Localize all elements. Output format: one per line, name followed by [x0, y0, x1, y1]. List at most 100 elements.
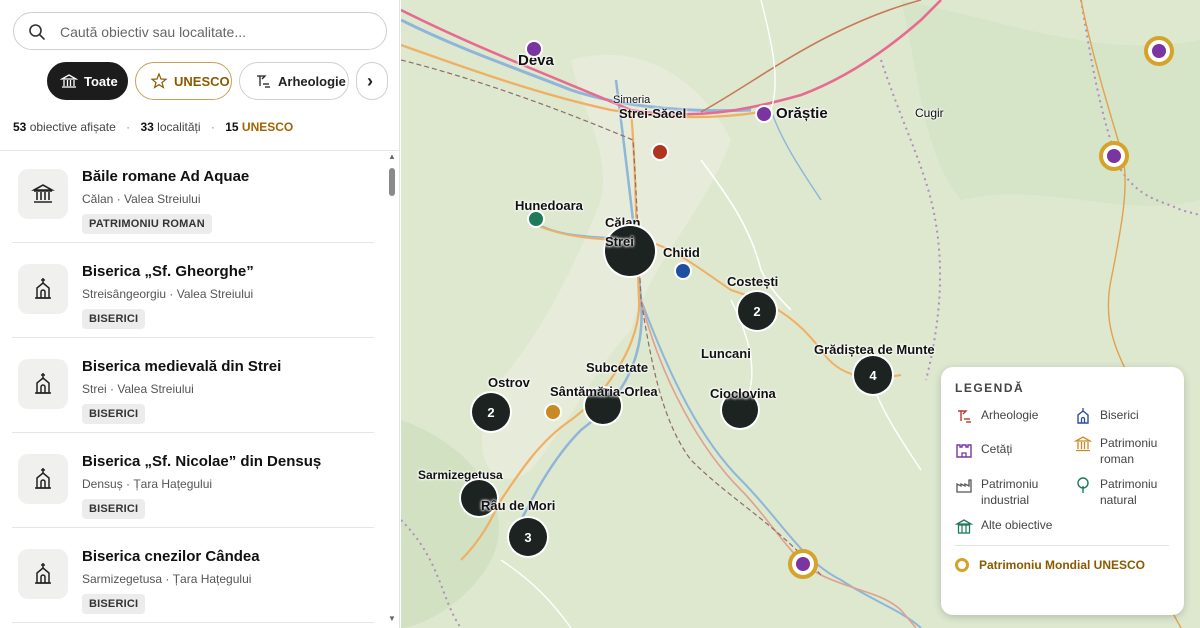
- legend-label: Arheologie: [981, 408, 1039, 422]
- filter-archaeology-button[interactable]: Arheologie: [239, 62, 349, 100]
- list-item[interactable]: Biserica „Sf. Nicolae” din Densuș Densuș…: [12, 436, 374, 528]
- unesco-ring-icon: [955, 558, 969, 572]
- list-item[interactable]: Băile romane Ad Aquae Călan · Valea Stre…: [12, 151, 374, 243]
- item-title: Biserica „Sf. Gheorghe”: [82, 263, 254, 280]
- church-icon: [35, 373, 51, 394]
- place-label-ostrov: Ostrov: [488, 375, 530, 390]
- star-icon: [150, 72, 168, 89]
- filter-all-label: Toate: [84, 73, 118, 89]
- map-marker-deva-fortress[interactable]: [527, 42, 541, 56]
- scroll-down-icon[interactable]: ▼: [388, 614, 396, 623]
- legend-label: Cetăți: [981, 442, 1013, 456]
- legend-item-roman-heritage: Patrimoniu roman: [1074, 435, 1174, 467]
- item-title: Biserica „Sf. Nicolae” din Densuș: [82, 453, 322, 470]
- item-category-tag: BISERICI: [82, 309, 146, 329]
- church-icon: [35, 278, 51, 299]
- legend-divider: [955, 545, 1169, 546]
- map-marker-unesco-3[interactable]: [788, 549, 818, 579]
- legend-label: Patrimoniu industrial: [981, 477, 1039, 507]
- search-input[interactable]: [60, 22, 370, 42]
- tree-icon: [1077, 477, 1089, 493]
- fortress-icon: [956, 444, 972, 458]
- localities-count: 33: [140, 120, 154, 134]
- filter-all-button[interactable]: Toate: [47, 62, 128, 100]
- church-icon: [35, 468, 51, 489]
- map-marker-hunedoara[interactable]: [529, 212, 543, 226]
- item-subtitle: Călan · Valea Streiului: [82, 192, 201, 206]
- list-item[interactable]: Biserica medievală din Strei Strei · Val…: [12, 341, 374, 433]
- item-icon-box: [18, 549, 68, 599]
- objectives-label: obiective afișate: [29, 120, 116, 134]
- place-label-cugir: Cugir: [915, 106, 944, 120]
- legend-label: Biserici: [1100, 408, 1139, 422]
- objectives-list: Băile romane Ad Aquae Călan · Valea Stre…: [0, 150, 400, 628]
- place-label-rau-de-mori: Râu de Mori: [481, 498, 556, 513]
- map-marker-archaeology[interactable]: [653, 145, 667, 159]
- scroll-up-icon[interactable]: ▲: [388, 152, 396, 161]
- item-subtitle: Densuș · Țara Hațegului: [82, 477, 213, 491]
- map-marker-roman-site[interactable]: [546, 405, 560, 419]
- unesco-label: UNESCO: [241, 120, 294, 134]
- legend-label: Patrimoniu natural: [1100, 477, 1158, 507]
- app: Toate UNESCO Arheologie › 53 obiective a…: [0, 0, 1200, 628]
- place-label-luncani: Luncani: [701, 346, 751, 361]
- filter-scroll-right-button[interactable]: ›: [356, 62, 388, 100]
- place-label-cioclovina: Cioclovina: [710, 386, 776, 401]
- item-icon-box: [18, 169, 68, 219]
- map-legend: LEGENDĂ Arheologie Biserici Cetăți Patri…: [941, 367, 1184, 615]
- localities-label: localități: [157, 120, 201, 134]
- legend-label: Alte obiective: [981, 518, 1053, 532]
- place-label-sarmizegetusa: Sarmizegetusa: [418, 468, 503, 482]
- item-category-tag: BISERICI: [82, 404, 146, 424]
- list-item[interactable]: Biserica cnezilor Cândea Sarmizegetusa ·…: [12, 531, 374, 623]
- list-scrollbar-thumb[interactable]: [389, 168, 395, 196]
- filter-unesco-button[interactable]: UNESCO: [135, 62, 232, 100]
- item-subtitle: Strei · Valea Streiului: [82, 382, 194, 396]
- legend-item-churches: Biserici: [1074, 407, 1139, 425]
- place-label-simeria: Simeria: [613, 94, 651, 106]
- church-icon: [35, 563, 51, 584]
- item-subtitle: Sarmizegetusa · Țara Hațegului: [82, 572, 252, 586]
- legend-label: Patrimoniu roman: [1100, 436, 1158, 466]
- place-label-costesti: Costești: [727, 274, 779, 289]
- place-label-strei: Strei: [605, 234, 634, 249]
- legend-item-industrial: Patrimoniu industrial: [955, 476, 1065, 508]
- legend-title: LEGENDĂ: [955, 381, 1025, 395]
- item-title: Băile romane Ad Aquae: [82, 168, 250, 185]
- map-marker-unesco-2[interactable]: [1099, 141, 1129, 171]
- building-icon: [955, 519, 973, 534]
- item-icon-box: [18, 454, 68, 504]
- legend-item-other: Alte obiective: [955, 517, 1052, 535]
- unesco-count: 15: [225, 120, 239, 134]
- list-scrollbar[interactable]: [386, 152, 398, 628]
- map-cluster-gradistea[interactable]: 4: [854, 356, 892, 394]
- item-category-tag: BISERICI: [82, 594, 146, 614]
- church-icon: [1077, 408, 1089, 424]
- roman-heritage-icon: [31, 184, 55, 203]
- item-category-tag: PATRIMONIU ROMAN: [82, 214, 212, 234]
- place-label-strei-sacel: Strei-Săcel: [619, 106, 687, 121]
- search-bar[interactable]: [13, 12, 387, 50]
- map-cluster-ostrov[interactable]: 2: [472, 393, 510, 431]
- place-label-gradistea: Grădiștea de Munte: [814, 342, 935, 357]
- map-marker-chitid-church[interactable]: [676, 264, 690, 278]
- map-cluster-rau-de-mori[interactable]: 3: [509, 518, 547, 556]
- place-label-orastie: Orăștie: [776, 105, 828, 122]
- legend-item-natural: Patrimoniu natural: [1074, 476, 1174, 508]
- item-category-tag: BISERICI: [82, 499, 146, 519]
- filter-unesco-label: UNESCO: [174, 73, 230, 89]
- roman-heritage-icon: [1074, 436, 1092, 452]
- search-icon: [29, 24, 45, 40]
- legend-unesco-label: Patrimoniu Mondial UNESCO: [979, 558, 1146, 572]
- item-icon-box: [18, 359, 68, 409]
- place-label-chitid: Chitid: [663, 245, 700, 260]
- item-icon-box: [18, 264, 68, 314]
- list-item[interactable]: Biserica „Sf. Gheorghe” Streisângeorgiu …: [12, 246, 374, 338]
- archaeology-icon: [257, 75, 270, 88]
- map-marker-orastie-fortress[interactable]: [757, 107, 771, 121]
- map-marker-unesco-1[interactable]: [1144, 36, 1174, 66]
- place-label-santamaria: Sântămăria-Orlea: [550, 384, 658, 399]
- filter-archaeology-label: Arheologie: [278, 73, 346, 89]
- item-title: Biserica medievală din Strei: [82, 358, 282, 375]
- map-cluster-costesti[interactable]: 2: [738, 292, 776, 330]
